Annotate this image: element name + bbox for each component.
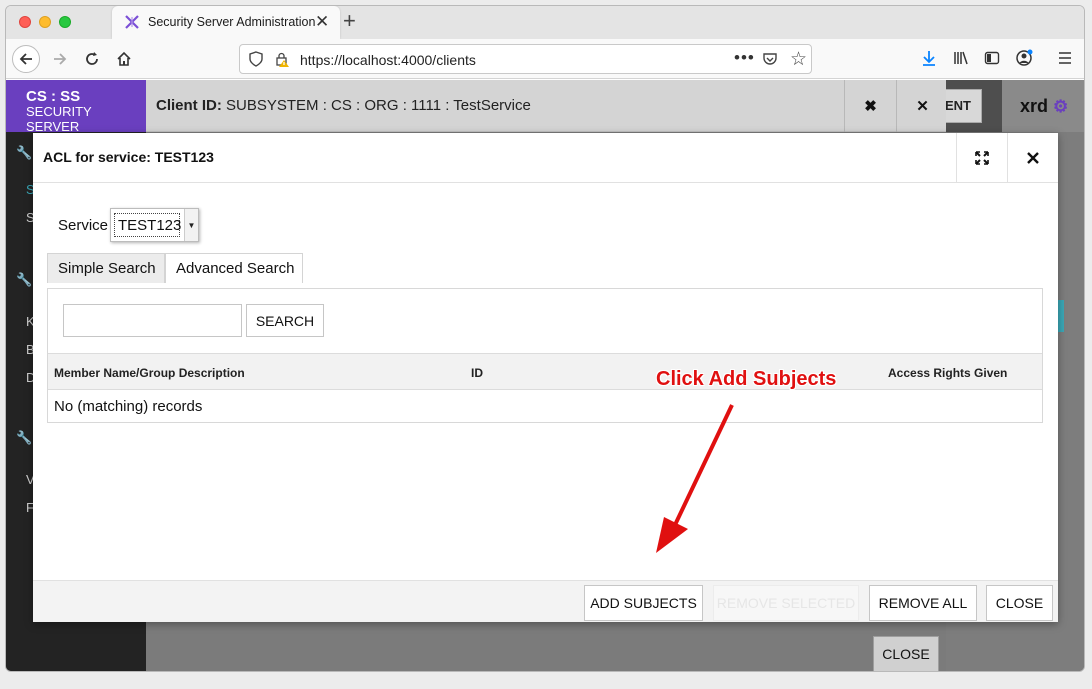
service-select[interactable]: TEST123 ▼: [110, 208, 199, 242]
annotation-label: Click Add Subjects: [656, 368, 837, 390]
wrench-icon: 🔧: [16, 272, 33, 287]
service-select-value: TEST123: [114, 213, 181, 237]
bookmark-star-icon[interactable]: ☆: [790, 48, 807, 71]
dropdown-arrow-icon[interactable]: ▼: [184, 209, 198, 241]
page-actions-icon[interactable]: •••: [734, 48, 755, 68]
column-header-member-name[interactable]: Member Name/Group Description: [54, 366, 245, 380]
search-panel: SEARCH Member Name/Group Description ID …: [47, 288, 1043, 423]
home-icon[interactable]: [110, 45, 138, 73]
client-dialog-header: Client ID: SUBSYSTEM : CS : ORG : 1111 :…: [146, 80, 946, 132]
sidebar-icon[interactable]: [983, 49, 1001, 67]
download-icon[interactable]: [920, 49, 938, 67]
remove-selected-button[interactable]: REMOVE SELECTED: [713, 585, 859, 621]
client-dialog-footer: [146, 621, 946, 671]
acl-dialog-footer: ADD SUBJECTS REMOVE SELECTED REMOVE ALL …: [33, 580, 1058, 622]
brand-logo[interactable]: CS : SS SECURITY SERVER: [6, 80, 146, 134]
back-icon[interactable]: [12, 45, 40, 73]
close-icon[interactable]: [1007, 133, 1058, 183]
close-button[interactable]: CLOSE: [986, 585, 1053, 621]
navigation-bar: https://localhost:4000/clients ••• ☆: [6, 39, 1084, 79]
add-subjects-button[interactable]: ADD SUBJECTS: [584, 585, 703, 621]
search-input[interactable]: [63, 304, 242, 337]
wrench-icon: 🔧: [16, 145, 33, 160]
tab-close-icon[interactable]: ✕: [315, 12, 329, 32]
new-tab-icon[interactable]: +: [343, 8, 356, 34]
maximize-icon[interactable]: ✖: [844, 80, 896, 132]
column-header-access-rights[interactable]: Access Rights Given: [888, 366, 1007, 380]
gear-icon[interactable]: ⚙: [1053, 97, 1068, 116]
url-bar[interactable]: https://localhost:4000/clients ••• ☆: [239, 44, 812, 74]
window-minimize-light[interactable]: [39, 16, 51, 28]
url-text[interactable]: https://localhost:4000/clients: [300, 52, 476, 68]
brand-line1: CS : SS: [26, 88, 81, 105]
browser-window: Security Server Administration ✕ + https…: [5, 5, 1085, 672]
remove-all-button[interactable]: REMOVE ALL: [869, 585, 977, 621]
browser-tab[interactable]: Security Server Administration ✕: [112, 6, 340, 39]
tab-simple-search[interactable]: Simple Search: [47, 253, 165, 283]
menu-icon[interactable]: [1056, 49, 1074, 67]
window-close-light[interactable]: [19, 16, 31, 28]
annotation-arrow-icon: [656, 404, 734, 553]
empty-table-message: No (matching) records: [54, 398, 203, 415]
close-icon[interactable]: ✕: [896, 80, 948, 132]
service-label: Service: [58, 217, 109, 234]
user-menu[interactable]: xrd ⚙: [1002, 80, 1084, 132]
brand-line2: SECURITY SERVER: [26, 104, 92, 134]
maximize-icon[interactable]: [956, 133, 1007, 183]
xroad-logo-icon: [125, 15, 139, 29]
username: xrd: [1020, 96, 1049, 116]
client-dialog-title: Client ID: SUBSYSTEM : CS : ORG : 1111 :…: [156, 97, 531, 114]
insecure-lock-icon[interactable]: [274, 51, 290, 67]
tab-strip: Security Server Administration ✕ +: [6, 6, 1084, 39]
account-icon[interactable]: [1015, 49, 1033, 67]
window-zoom-light[interactable]: [59, 16, 71, 28]
search-button[interactable]: SEARCH: [246, 304, 324, 337]
pocket-icon[interactable]: [762, 51, 778, 67]
acl-dialog-title: ACL for service: TEST123: [43, 149, 214, 165]
reload-icon[interactable]: [78, 45, 106, 73]
acl-dialog-header: ACL for service: TEST123: [33, 133, 1058, 183]
acl-dialog: ACL for service: TEST123 Service TEST123…: [33, 133, 1058, 622]
tab-title: Security Server Administration: [148, 15, 316, 29]
library-icon[interactable]: [952, 49, 970, 67]
forward-icon[interactable]: [46, 45, 74, 73]
tab-advanced-search[interactable]: Advanced Search: [165, 253, 303, 283]
column-header-id[interactable]: ID: [471, 366, 483, 380]
client-dialog-close-button[interactable]: CLOSE: [873, 636, 939, 671]
table-header: Member Name/Group Description ID Access …: [48, 353, 1042, 390]
shield-icon[interactable]: [248, 51, 264, 67]
wrench-icon: 🔧: [16, 430, 33, 445]
